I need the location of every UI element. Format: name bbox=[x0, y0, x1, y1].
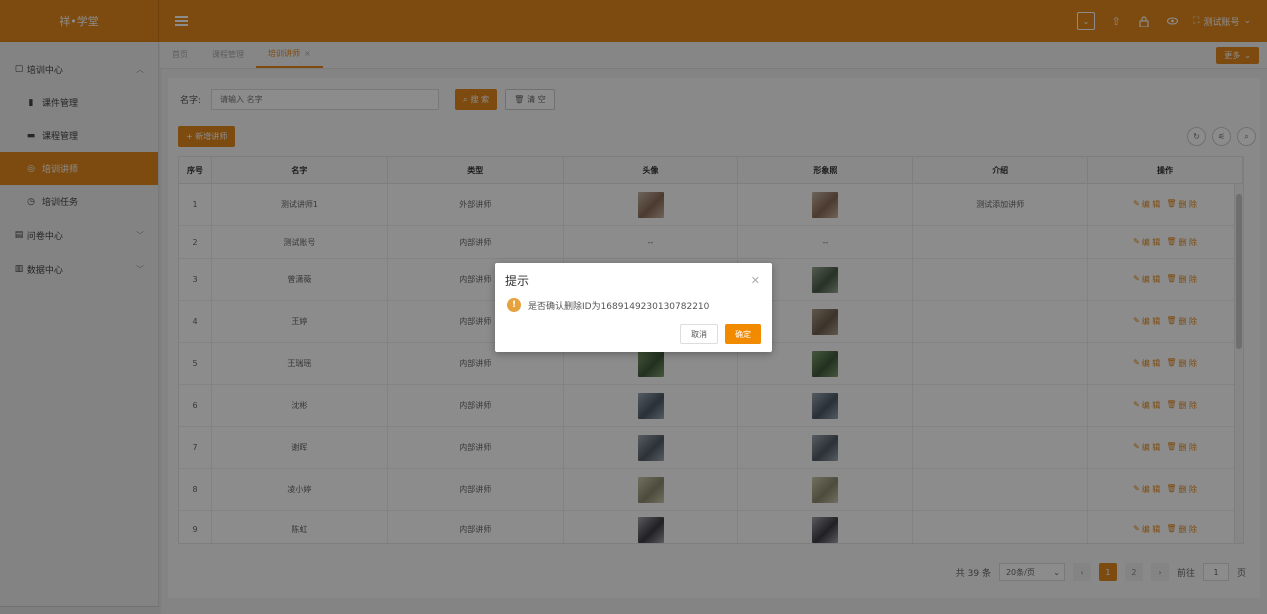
warning-icon: ! bbox=[507, 298, 521, 312]
confirm-dialog: 提示 ✕ ! 是否确认删除ID为1689149230130782210 取消 确… bbox=[495, 263, 772, 352]
dialog-buttons: 取消 确定 bbox=[680, 324, 761, 344]
dialog-message-text: 是否确认删除ID为1689149230130782210 bbox=[528, 301, 710, 312]
cancel-button[interactable]: 取消 bbox=[680, 324, 718, 344]
confirm-button[interactable]: 确定 bbox=[725, 324, 761, 344]
close-icon[interactable]: ✕ bbox=[751, 274, 760, 287]
dialog-message: ! 是否确认删除ID为1689149230130782210 bbox=[507, 298, 709, 312]
dialog-title: 提示 bbox=[505, 274, 530, 288]
